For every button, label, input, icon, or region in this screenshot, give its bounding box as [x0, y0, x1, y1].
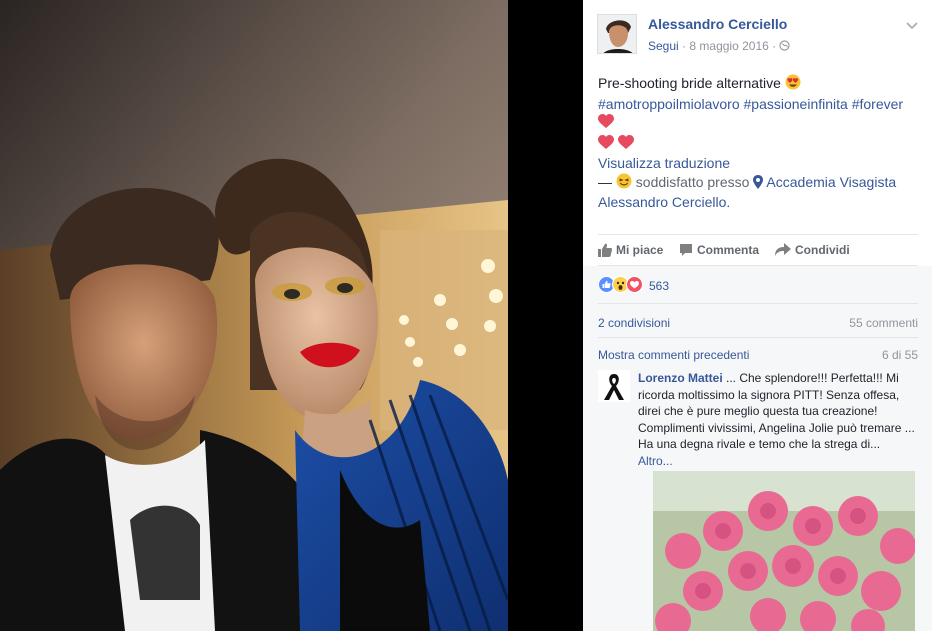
- reactions-count[interactable]: 563: [649, 279, 669, 293]
- previous-comments-link[interactable]: Mostra commenti precedenti: [598, 348, 749, 362]
- like-label: Mi piace: [616, 243, 664, 257]
- divider: [598, 303, 918, 304]
- globe-icon: [779, 39, 791, 53]
- heart-eyes-emoji: [785, 74, 801, 95]
- share-label: Condividi: [795, 243, 850, 257]
- comments-count[interactable]: 55 commenti: [849, 316, 918, 330]
- shares-link[interactable]: 2 condivisioni: [598, 316, 670, 330]
- comment-label: Commenta: [697, 243, 760, 257]
- post-photo[interactable]: [0, 0, 508, 631]
- meta-dot: ·: [682, 39, 687, 53]
- divider: [598, 337, 918, 338]
- author-avatar[interactable]: [597, 14, 637, 54]
- share-icon: [775, 243, 795, 257]
- comments-paging: 6 di 55: [881, 348, 918, 362]
- post-hashtags-line: #amotroppoilmiolavoro #passioneinfinita …: [598, 95, 916, 134]
- translate-link[interactable]: Visualizza traduzione: [598, 154, 916, 173]
- post-body: Pre-shooting bride alternative #amotropp…: [598, 74, 916, 212]
- photo-viewer: [0, 0, 583, 631]
- author-name[interactable]: Alessandro Cerciello: [648, 16, 787, 32]
- heart-emoji: [598, 114, 614, 134]
- post-text-line: Pre-shooting bride alternative: [598, 74, 916, 95]
- post-hearts-line: [598, 134, 916, 155]
- comment-body: Lorenzo Mattei ... Che splendore!!! Perf…: [638, 370, 916, 469]
- heart-emoji: [598, 134, 614, 155]
- black-ribbon-avatar[interactable]: [598, 370, 630, 402]
- comment-more-link[interactable]: Altro...: [638, 454, 673, 468]
- comment-attachment-image[interactable]: [653, 471, 915, 631]
- love-reaction-icon: [626, 276, 643, 293]
- comment-button[interactable]: Commenta: [679, 243, 759, 257]
- post-hashtags[interactable]: #amotroppoilmiolavoro #passioneinfinita …: [598, 96, 903, 112]
- post-meta: Segui · 8 maggio 2016 ·: [648, 39, 791, 53]
- post-header: Alessandro Cerciello Segui · 8 maggio 20…: [597, 14, 919, 58]
- meta-dot-2: ·: [772, 39, 777, 53]
- post-date[interactable]: 8 maggio 2016: [689, 39, 768, 53]
- follow-link[interactable]: Segui: [648, 39, 679, 53]
- comment-author[interactable]: Lorenzo Mattei: [638, 371, 723, 385]
- feeling-text: soddisfatto presso: [635, 173, 750, 190]
- comment-icon: [679, 243, 697, 257]
- feeling-line: — soddisfatto presso Accademia Visagista…: [598, 173, 916, 212]
- satisfied-emoji: [616, 173, 632, 194]
- location-pin-icon: [753, 174, 764, 194]
- thumbs-up-icon: [598, 243, 616, 257]
- heart-emoji: [617, 134, 634, 155]
- like-button[interactable]: Mi piace: [598, 243, 663, 257]
- feeling-dash: —: [598, 173, 612, 190]
- chevron-down-icon[interactable]: [905, 18, 919, 32]
- post-text: Pre-shooting bride alternative: [598, 75, 781, 91]
- action-bar: Mi piace Commenta Condividi: [598, 234, 918, 266]
- post-panel: Alessandro Cerciello Segui · 8 maggio 20…: [583, 0, 932, 631]
- share-button[interactable]: Condividi: [775, 243, 850, 257]
